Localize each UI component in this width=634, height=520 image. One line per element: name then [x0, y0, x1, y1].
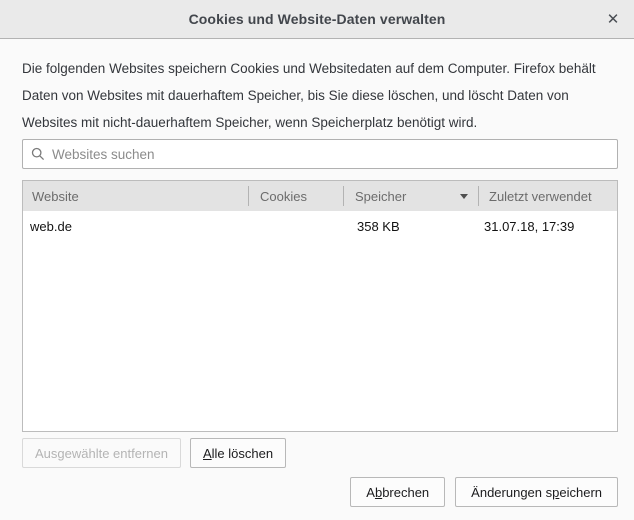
column-header-label: Speicher [355, 189, 406, 204]
search-input[interactable] [22, 139, 618, 169]
sort-descending-icon [460, 194, 468, 199]
search-field-wrapper [22, 139, 618, 169]
table-row[interactable]: web.de 358 KB 31.07.18, 17:39 [23, 211, 617, 242]
dialog-description: Die folgenden Websites speichern Cookies… [22, 55, 618, 136]
column-header-label: Website [32, 189, 79, 204]
column-header-zuletzt-verwendet[interactable]: Zuletzt verwendet [479, 181, 617, 211]
manage-cookies-dialog: Cookies und Website-Daten verwalten ✕ Di… [0, 0, 634, 520]
dialog-action-buttons: Abbrechen Änderungen speichern [22, 477, 618, 507]
dialog-content: Die folgenden Websites speichern Cookies… [0, 39, 634, 507]
button-accesskey: A [203, 446, 212, 461]
button-label-part: eichern [559, 485, 602, 500]
description-line: Daten von Websites mit dauerhaftem Speic… [22, 82, 618, 109]
table-header-row: Website Cookies Speicher Zuletzt verwend… [23, 181, 617, 211]
button-label-part: Änderungen s [471, 485, 552, 500]
description-line: Die folgenden Websites speichern Cookies… [22, 55, 618, 82]
remove-selected-button[interactable]: Ausgewählte entfernen [22, 438, 181, 468]
table-action-buttons: Ausgewählte entfernen Alle löschen [22, 438, 618, 468]
close-icon: ✕ [607, 10, 620, 28]
cell-website: web.de [23, 211, 249, 242]
cancel-button[interactable]: Abbrechen [350, 477, 445, 507]
cell-speicher: 358 KB [344, 211, 479, 242]
dialog-titlebar: Cookies und Website-Daten verwalten ✕ [0, 0, 634, 39]
column-header-label: Zuletzt verwendet [489, 189, 592, 204]
column-header-cookies[interactable]: Cookies [249, 181, 344, 211]
site-data-table: Website Cookies Speicher Zuletzt verwend… [22, 180, 618, 432]
description-line: Websites mit nicht-dauerhaftem Speicher,… [22, 109, 618, 136]
column-header-speicher[interactable]: Speicher [344, 181, 479, 211]
button-label-part: A [366, 485, 375, 500]
button-label-part: brechen [382, 485, 429, 500]
table-body: web.de 358 KB 31.07.18, 17:39 [23, 211, 617, 431]
save-changes-button[interactable]: Änderungen speichern [455, 477, 618, 507]
cell-zuletzt-verwendet: 31.07.18, 17:39 [479, 211, 617, 242]
button-label-part: lle löschen [212, 446, 273, 461]
close-button[interactable]: ✕ [600, 6, 626, 32]
search-icon [31, 147, 45, 161]
column-header-website[interactable]: Website [23, 181, 249, 211]
dialog-title: Cookies und Website-Daten verwalten [189, 11, 446, 27]
clear-all-button[interactable]: Alle löschen [190, 438, 286, 468]
cell-cookies [249, 211, 344, 242]
column-header-label: Cookies [260, 189, 307, 204]
